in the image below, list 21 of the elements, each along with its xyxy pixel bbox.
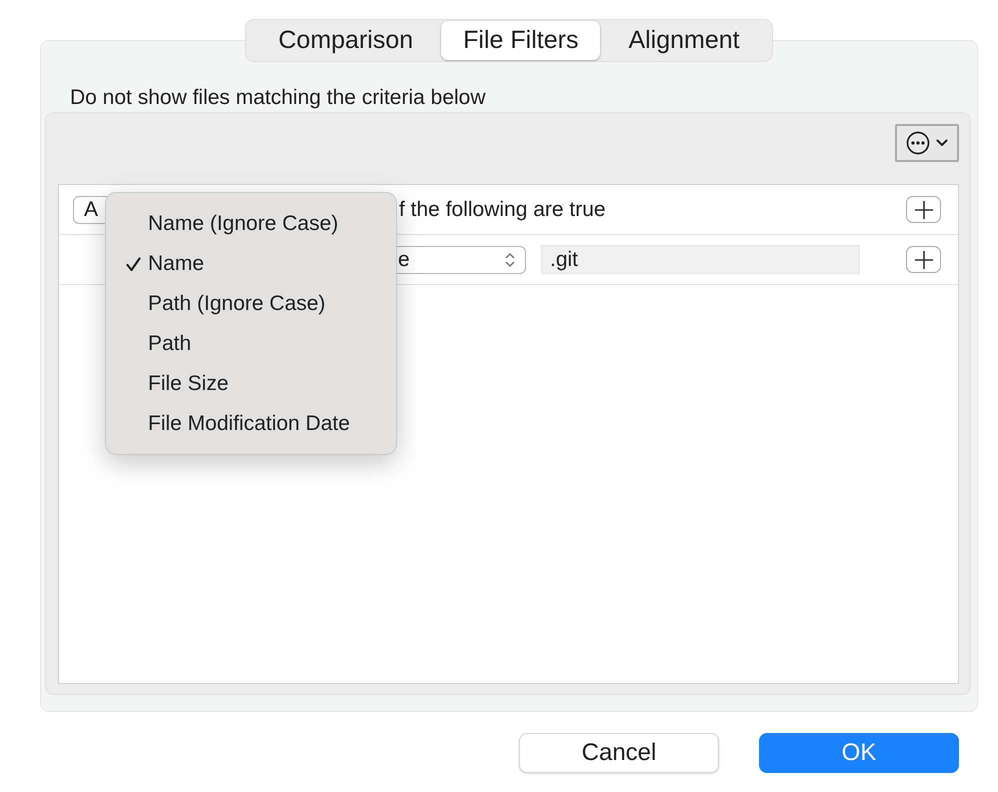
chevron-down-icon [936,139,948,147]
plus-icon [914,200,934,220]
more-options-button[interactable] [895,124,959,162]
rule-text: f the following are true [399,198,606,222]
menu-item[interactable]: File Size [106,364,396,404]
menu-item[interactable]: Path (Ignore Case) [106,284,396,324]
menu-item[interactable]: File Modification Date [106,404,396,444]
tab[interactable]: Comparison [256,21,436,60]
cancel-button[interactable]: Cancel [519,733,719,773]
checkmark-icon [126,256,141,272]
menu-item[interactable]: Path [106,324,396,364]
tab[interactable]: Alignment [606,21,762,60]
description-text: Do not show files matching the criteria below [70,86,486,110]
plus-icon [914,250,934,270]
add-rule-button[interactable] [906,196,941,223]
updown-chevron-icon [505,252,515,268]
pattern-field[interactable]: .git [541,245,860,274]
tab[interactable]: File Filters [441,21,600,60]
ellipsis-circle-icon [906,131,930,155]
add-rule-button[interactable] [906,246,941,273]
ok-button[interactable]: OK [759,733,959,773]
